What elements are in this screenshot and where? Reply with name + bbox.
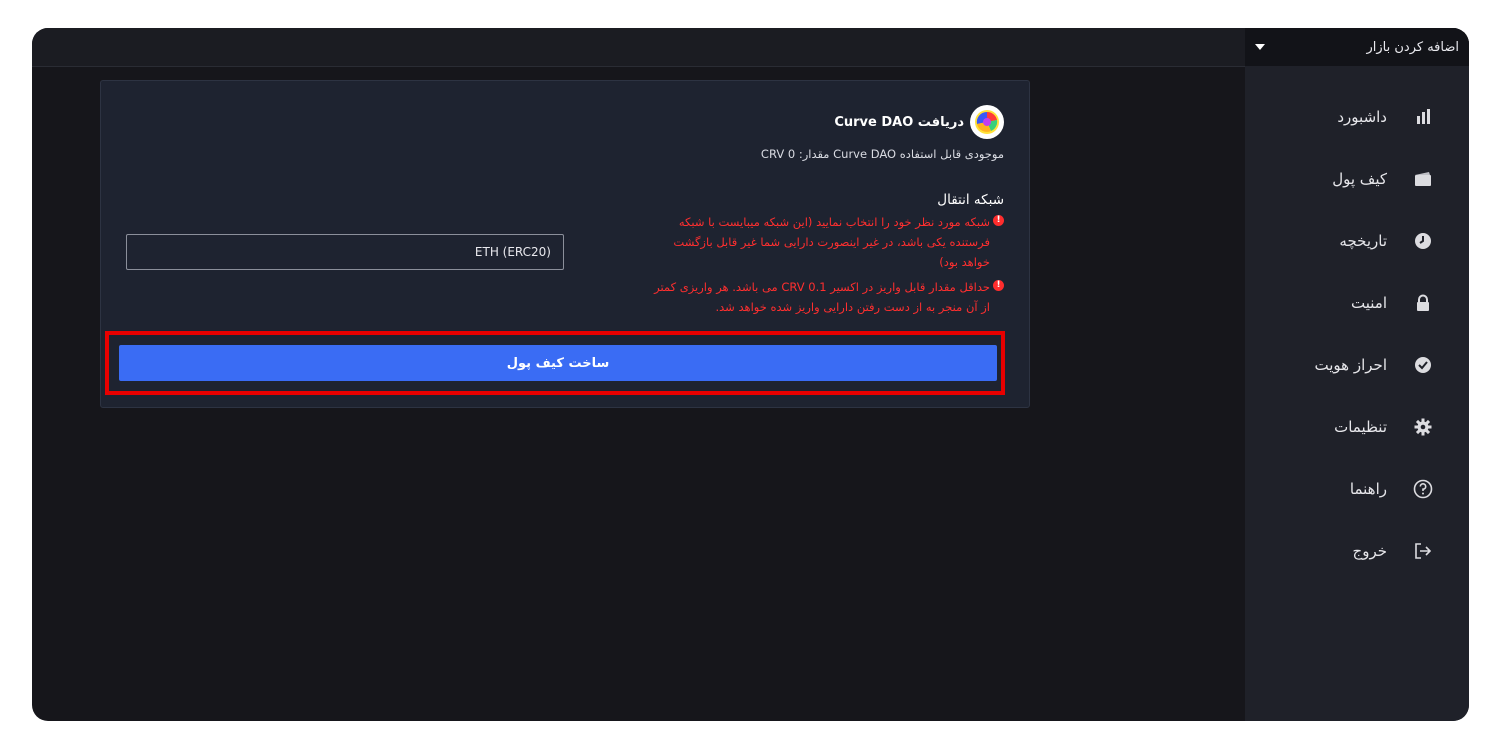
curve-dao-logo-icon (970, 105, 1004, 139)
add-market-label: اضافه کردن بازار (1366, 39, 1459, 55)
available-balance: موجودی قابل استفاده Curve DAO مقدار: 0 C… (760, 147, 1004, 161)
deposit-card: دریافت Curve DAO موجودی قابل استفاده Cur… (100, 80, 1030, 408)
clock-icon (1413, 231, 1433, 251)
alert-icon: ! (993, 280, 1004, 291)
help-icon (1413, 479, 1433, 499)
sidebar-item-label: احراز هویت (1314, 356, 1387, 374)
caret-down-icon (1255, 44, 1265, 50)
top-bar: اضافه کردن بازار (32, 28, 1469, 67)
network-heading: شبکه انتقال (937, 192, 1004, 208)
sidebar-item-label: کیف پول (1332, 170, 1387, 188)
sidebar-item-history[interactable]: تاریخچه (1245, 221, 1469, 261)
gear-icon (1413, 417, 1433, 437)
lock-icon (1413, 293, 1433, 313)
logout-icon (1413, 541, 1433, 561)
sidebar-item-label: داشبورد (1337, 108, 1387, 126)
alert-icon: ! (993, 215, 1004, 226)
minimum-deposit-warning: ! حداقل مقدار قابل واریز در اکسیر CRV 0.… (644, 277, 1004, 317)
sidebar-item-label: امنیت (1351, 294, 1387, 312)
sidebar-item-label: خروج (1352, 542, 1387, 560)
sidebar-item-security[interactable]: امنیت (1245, 283, 1469, 323)
sidebar-item-label: تنظیمات (1334, 418, 1387, 436)
card-header: دریافت Curve DAO (834, 105, 1004, 139)
sidebar-item-dashboard[interactable]: داشبورد (1245, 97, 1469, 137)
network-warning: ! شبکه مورد نظر خود را انتخاب نمایید (ای… (644, 212, 1004, 272)
card-title: دریافت Curve DAO (834, 114, 964, 130)
sidebar-item-kyc[interactable]: احراز هویت (1245, 345, 1469, 385)
sidebar-item-label: راهنما (1349, 480, 1387, 498)
bar-chart-icon (1413, 107, 1433, 127)
sidebar-item-settings[interactable]: تنظیمات (1245, 407, 1469, 447)
sidebar-item-help[interactable]: راهنما (1245, 469, 1469, 509)
highlight-frame: ساخت کیف پول (105, 331, 1005, 395)
network-select[interactable]: ETH (ERC20) (126, 234, 564, 270)
create-wallet-button[interactable]: ساخت کیف پول (119, 345, 997, 381)
wallet-icon (1413, 169, 1433, 189)
sidebar: داشبورد کیف پول تاریخچه امنیت احراز هویت (1245, 66, 1469, 721)
sidebar-item-logout[interactable]: خروج (1245, 531, 1469, 571)
warning-text: شبکه مورد نظر خود را انتخاب نمایید (این … (673, 215, 990, 269)
warning-text: حداقل مقدار قابل واریز در اکسیر CRV 0.1 … (654, 280, 990, 314)
sidebar-item-label: تاریخچه (1339, 232, 1387, 250)
sidebar-item-wallet[interactable]: کیف پول (1245, 159, 1469, 199)
app-window: اضافه کردن بازار داشبورد کیف پول تاریخچه (32, 28, 1469, 721)
check-badge-icon (1413, 355, 1433, 375)
add-market-dropdown[interactable]: اضافه کردن بازار (1245, 28, 1469, 66)
